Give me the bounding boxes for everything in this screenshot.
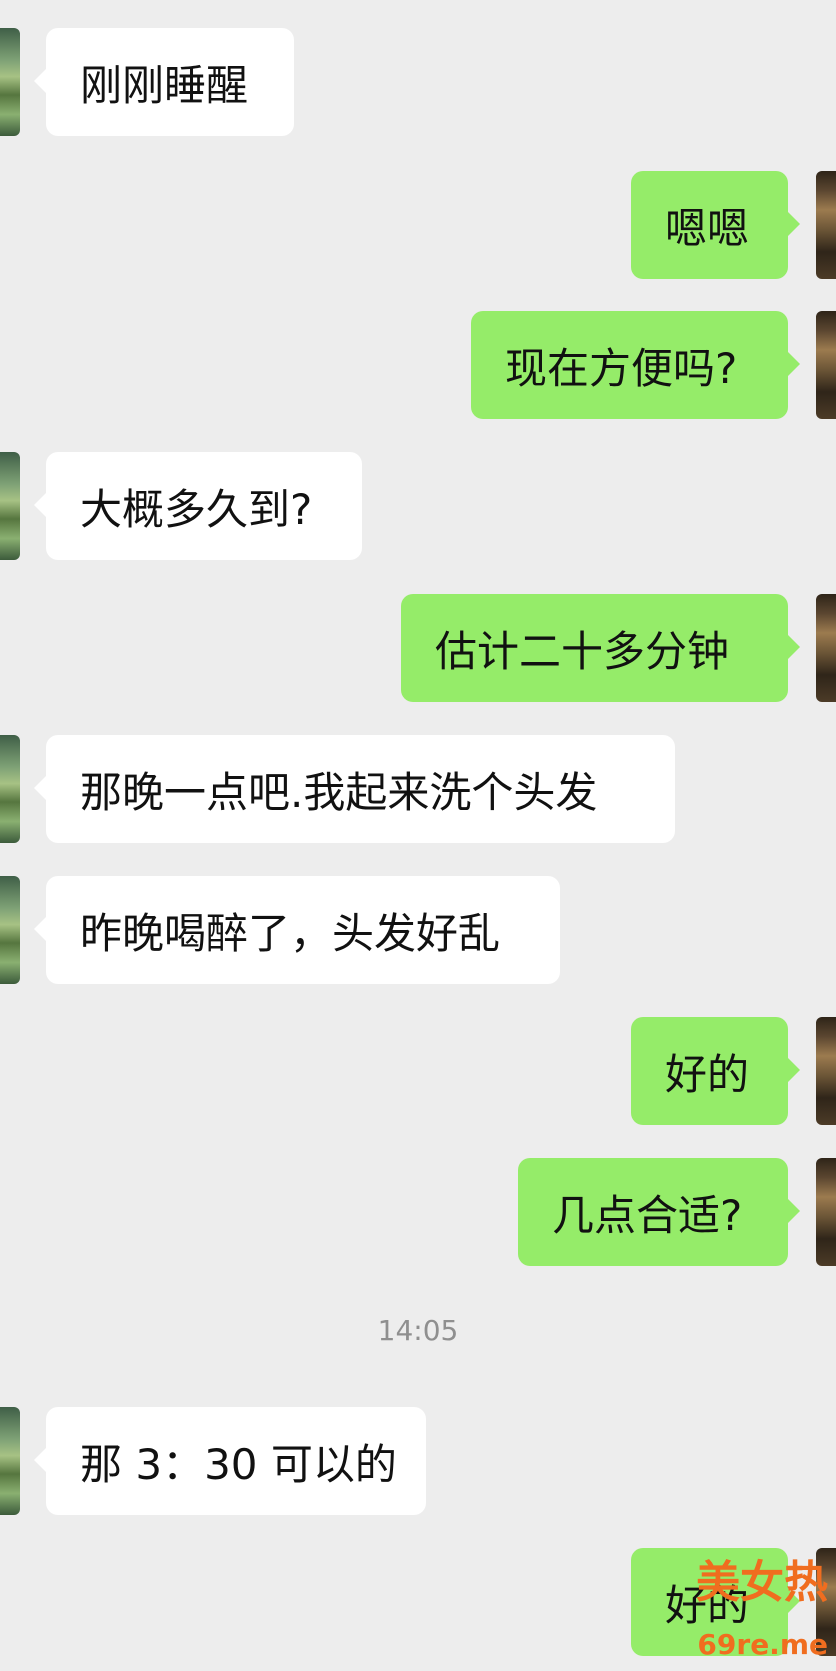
incoming-message-bubble[interactable]: 刚刚睡醒: [34, 28, 294, 136]
contact-avatar-icon[interactable]: [0, 28, 20, 136]
incoming-message-bubble[interactable]: 那晚一点吧.我起来洗个头发: [34, 735, 675, 843]
user-avatar-icon[interactable]: [816, 1548, 836, 1656]
user-avatar-icon[interactable]: [816, 594, 836, 702]
outgoing-message-bubble[interactable]: 好的: [631, 1548, 800, 1656]
message-row-incoming: 刚刚睡醒: [0, 28, 836, 136]
message-row-outgoing: 估计二十多分钟: [0, 594, 836, 702]
user-avatar-icon[interactable]: [816, 1158, 836, 1266]
user-avatar-icon[interactable]: [816, 311, 836, 419]
outgoing-message-bubble[interactable]: 好的: [631, 1017, 800, 1125]
contact-avatar-icon[interactable]: [0, 876, 20, 984]
message-row-outgoing: 嗯嗯: [0, 171, 836, 279]
outgoing-message-bubble[interactable]: 现在方便吗?: [471, 311, 800, 419]
incoming-message-bubble[interactable]: 昨晚喝醉了，头发好乱: [34, 876, 560, 984]
message-timestamp: 14:05: [377, 1314, 459, 1347]
message-row-outgoing: 几点合适?: [0, 1158, 836, 1266]
chat-area: 刚刚睡醒 嗯嗯 现在方便吗? 大概多久到? 估计二十多分钟 那晚一点吧.我起来洗…: [0, 0, 836, 1671]
outgoing-message-bubble[interactable]: 几点合适?: [518, 1158, 800, 1266]
contact-avatar-icon[interactable]: [0, 1407, 20, 1515]
message-row-incoming: 那 3：30 可以的: [0, 1407, 836, 1515]
outgoing-message-bubble[interactable]: 嗯嗯: [631, 171, 800, 279]
message-row-outgoing: 好的: [0, 1548, 836, 1656]
user-avatar-icon[interactable]: [816, 171, 836, 279]
user-avatar-icon[interactable]: [816, 1017, 836, 1125]
contact-avatar-icon[interactable]: [0, 452, 20, 560]
outgoing-message-bubble[interactable]: 估计二十多分钟: [401, 594, 800, 702]
message-row-incoming: 那晚一点吧.我起来洗个头发: [0, 735, 836, 843]
incoming-message-bubble[interactable]: 那 3：30 可以的: [34, 1407, 426, 1515]
message-row-incoming: 大概多久到?: [0, 452, 836, 560]
message-row-outgoing: 好的: [0, 1017, 836, 1125]
incoming-message-bubble[interactable]: 大概多久到?: [34, 452, 362, 560]
contact-avatar-icon[interactable]: [0, 735, 20, 843]
message-row-outgoing: 现在方便吗?: [0, 311, 836, 419]
message-row-incoming: 昨晚喝醉了，头发好乱: [0, 876, 836, 984]
